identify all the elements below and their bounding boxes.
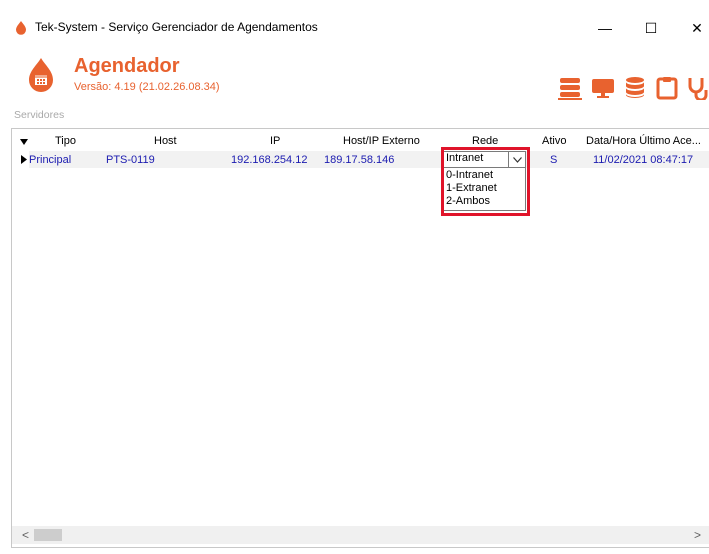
servers-grid: Tipo Host IP Host/IP Externo Rede Ativo …: [11, 128, 709, 548]
minimize-button[interactable]: —: [590, 20, 620, 36]
col-header-ativo[interactable]: Ativo: [542, 135, 566, 147]
section-label: Servidores: [14, 109, 65, 121]
col-header-ip-externo[interactable]: Host/IP Externo: [343, 135, 420, 147]
calendar-drop-icon: [29, 58, 53, 92]
close-button[interactable]: ✕: [682, 20, 709, 36]
col-header-ultimo-acesso[interactable]: Data/Hora Último Ace...: [586, 135, 701, 147]
cell-ultimo-acesso[interactable]: 11/02/2021 08:47:17: [593, 154, 693, 166]
clipboard-icon[interactable]: [654, 76, 680, 100]
stethoscope-icon[interactable]: [686, 76, 709, 100]
cell-tipo[interactable]: Principal: [29, 154, 71, 166]
scroll-right-arrow[interactable]: >: [694, 528, 701, 542]
horizontal-scrollbar[interactable]: < >: [12, 526, 709, 544]
database-icon[interactable]: [622, 76, 648, 100]
cell-ip-externo[interactable]: 189.17.58.146: [324, 154, 394, 166]
monitor-icon[interactable]: [590, 76, 616, 100]
col-header-ip[interactable]: IP: [270, 135, 280, 147]
sort-arrow-icon[interactable]: [20, 138, 28, 146]
app-drop-icon: [16, 21, 26, 35]
row-indicator-icon: [21, 155, 27, 164]
cell-ativo[interactable]: S: [550, 154, 557, 166]
col-header-host[interactable]: Host: [154, 135, 177, 147]
cell-host[interactable]: PTS-0119: [106, 154, 155, 166]
window-title: Tek-System - Serviço Gerenciador de Agen…: [35, 20, 318, 34]
cell-ip[interactable]: 192.168.254.12: [231, 154, 307, 166]
app-version: Versão: 4.19 (21.02.26.08.34): [74, 81, 220, 93]
col-header-rede[interactable]: Rede: [472, 135, 498, 147]
maximize-button[interactable]: ☐: [636, 20, 666, 36]
app-name: Agendador: [74, 55, 180, 77]
col-header-tipo[interactable]: Tipo: [55, 135, 76, 147]
server-icon[interactable]: [557, 76, 583, 100]
scroll-thumb[interactable]: [34, 529, 62, 541]
scroll-left-arrow[interactable]: <: [22, 528, 29, 542]
highlight-box: [441, 147, 530, 216]
